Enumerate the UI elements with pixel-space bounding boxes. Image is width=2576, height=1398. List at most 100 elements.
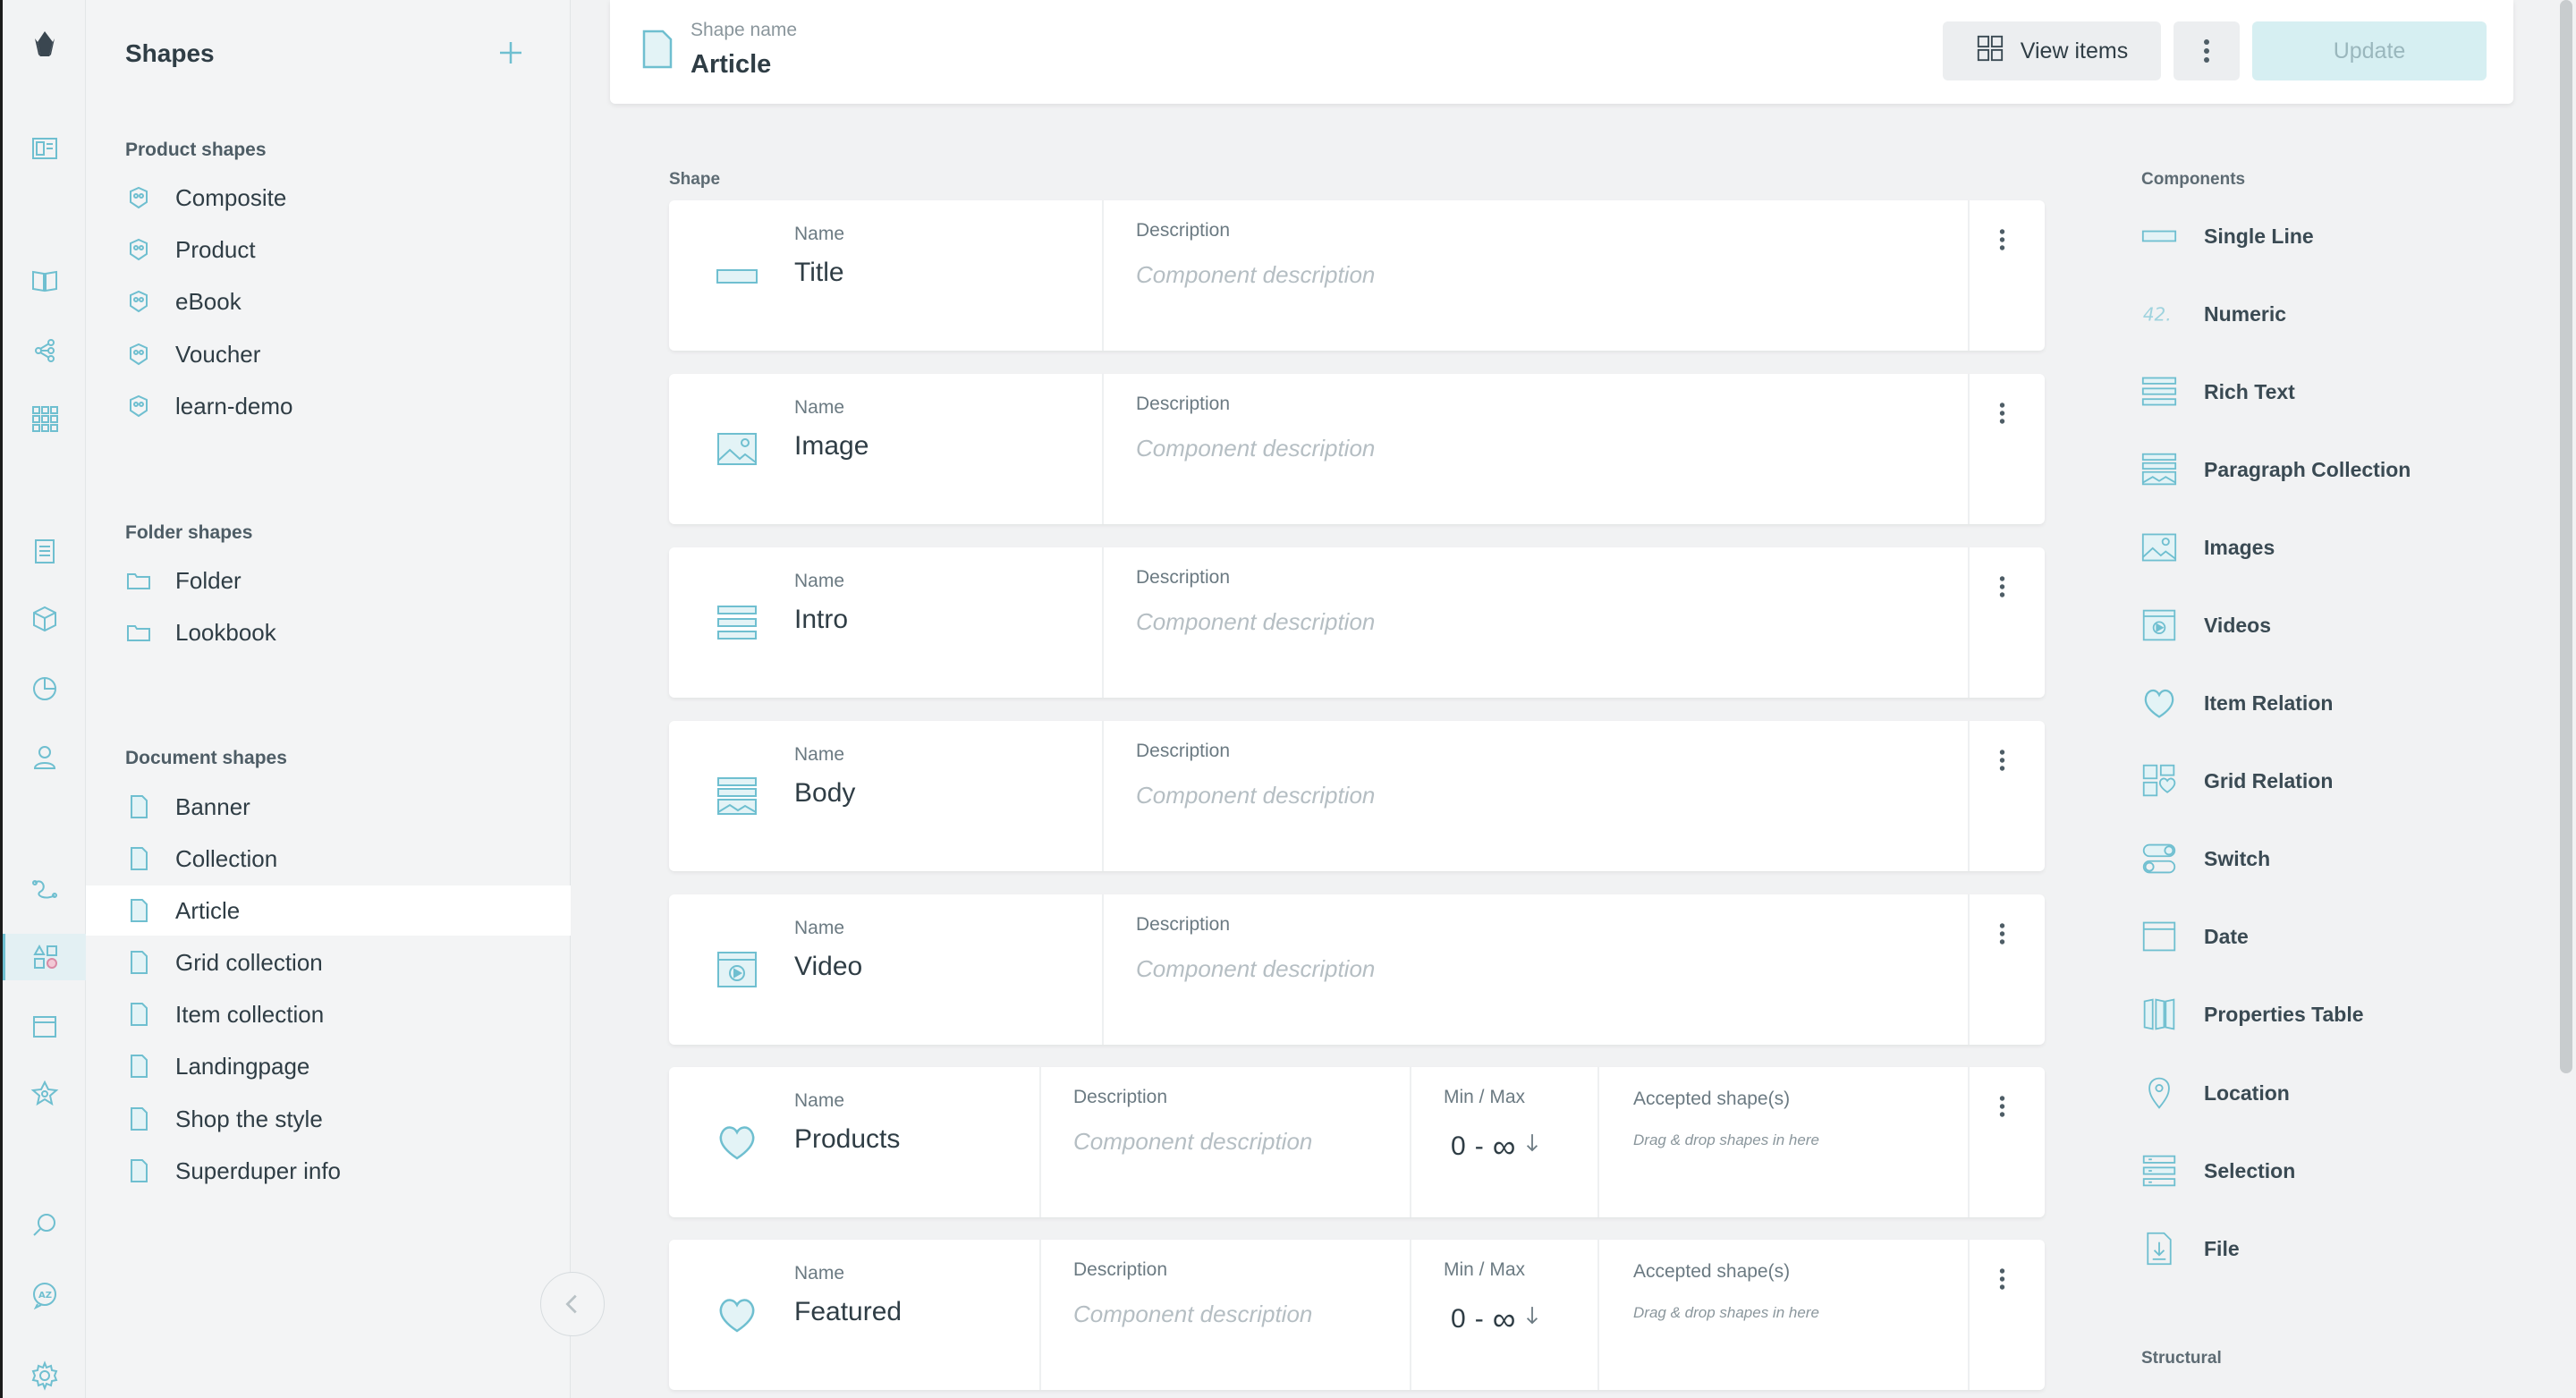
accepted-shapes-dropzone[interactable]: Drag & drop shapes in here [1633,1304,1819,1322]
component-name-input[interactable]: Featured [794,1297,902,1327]
component-selection[interactable]: Selection [2140,1148,2497,1193]
component-description-input[interactable]: Component description [1073,1301,1312,1328]
settings-icon[interactable] [21,1352,68,1398]
analytics-icon[interactable] [21,665,68,712]
shape-item-label: Landingpage [175,1052,310,1080]
shape-item-grid-collection[interactable]: Grid collection [86,937,571,987]
component-name-input[interactable]: Image [794,431,869,462]
orders-icon[interactable] [21,528,68,574]
shape-item-label: Collection [175,844,278,872]
search-icon[interactable] [21,1202,68,1249]
component-file[interactable]: File [2140,1226,2497,1271]
shape-item-item-collection[interactable]: Item collection [86,989,571,1039]
component-card-featured[interactable]: Name Featured Description Component desc… [669,1240,2045,1390]
name-label: Name [794,224,845,244]
component-label: File [2204,1236,2240,1260]
product-shape-icon [125,236,152,263]
more-options-button[interactable] [2174,21,2240,80]
shape-item-ebook[interactable]: eBook [86,276,571,326]
shape-name-value[interactable]: Article [691,50,771,80]
component-label: Images [2204,535,2275,559]
min-max-input[interactable]: 0 - ∞ [1451,1301,1540,1338]
component-properties-table[interactable]: Properties Table [2140,992,2497,1037]
component-card-title[interactable]: Name Title Description Component descrip… [669,200,2045,351]
component-description-input[interactable]: Component description [1136,608,1375,636]
component-description-input[interactable]: Component description [1136,782,1375,809]
component-menu-button[interactable] [1984,222,2020,258]
shape-item-banner[interactable]: Banner [86,782,571,832]
shape-item-product[interactable]: Product [86,225,571,275]
component-card-intro[interactable]: Name Intro Description Component descrip… [669,547,2045,698]
shape-item-collection[interactable]: Collection [86,834,571,884]
component-menu-button[interactable] [1984,569,2020,605]
shapes-icon[interactable] [3,934,86,980]
component-item-relation[interactable]: Item Relation [2140,681,2497,725]
accepted-shapes-dropzone[interactable]: Drag & drop shapes in here [1633,1131,1819,1149]
catalogue-icon[interactable] [21,258,68,304]
shape-item-composite[interactable]: Composite [86,173,571,223]
component-card-video[interactable]: Name Video Description Component descrip… [669,894,2045,1045]
shape-item-article[interactable]: Article [86,885,571,936]
shape-item-lookbook[interactable]: Lookbook [86,607,571,657]
translations-icon[interactable]: AZ [21,1272,68,1318]
component-menu-button[interactable] [1984,1089,2020,1124]
logo-icon[interactable] [21,21,68,68]
component-switch[interactable]: Switch [2140,836,2497,881]
divider [1968,1067,1970,1217]
item-relation-icon [716,1121,758,1164]
component-grid-relation[interactable]: Grid Relation [2140,758,2497,803]
min-max-input[interactable]: 0 - ∞ [1451,1128,1540,1165]
shape-item-landingpage[interactable]: Landingpage [86,1041,571,1091]
grids-icon[interactable] [21,395,68,442]
component-description-input[interactable]: Component description [1136,435,1375,462]
component-location[interactable]: Location [2140,1071,2497,1115]
shape-item-folder[interactable]: Folder [86,555,571,606]
price-variants-icon[interactable] [21,1072,68,1118]
component-name-input[interactable]: Intro [794,605,848,635]
component-card-body[interactable]: Name Body Description Component descript… [669,721,2045,871]
component-description-input[interactable]: Component description [1136,955,1375,983]
component-name-input[interactable]: Body [794,778,855,809]
component-paragraph-collection[interactable]: Paragraph Collection [2140,447,2497,492]
shape-item-shop-the-style[interactable]: Shop the style [86,1094,571,1144]
max-value[interactable]: ∞ [1493,1301,1516,1338]
arrow-down-icon[interactable] [1524,1304,1540,1334]
component-videos[interactable]: Videos [2140,603,2497,648]
arrow-down-icon[interactable] [1524,1131,1540,1162]
component-description-input[interactable]: Component description [1136,261,1375,289]
component-card-image[interactable]: Name Image Description Component descrip… [669,374,2045,524]
component-name-input[interactable]: Video [794,952,862,982]
subscriptions-icon[interactable] [21,596,68,642]
component-numeric[interactable]: 42. Numeric [2140,292,2497,336]
component-rich-text[interactable]: Rich Text [2140,369,2497,414]
component-name-input[interactable]: Products [794,1124,900,1155]
shape-item-voucher[interactable]: Voucher [86,329,571,379]
component-menu-button[interactable] [1984,916,2020,952]
view-items-button[interactable]: View items [1943,21,2161,80]
shape-header: Shape name Article View items Update [610,0,2513,104]
pieces-icon[interactable] [21,1004,68,1050]
min-value[interactable]: 0 [1451,1304,1466,1334]
component-card-products[interactable]: Name Products Description Component desc… [669,1067,2045,1217]
topics-icon[interactable] [21,327,68,374]
component-images[interactable]: Images [2140,525,2497,570]
max-value[interactable]: ∞ [1493,1128,1516,1165]
component-description-input[interactable]: Component description [1073,1128,1312,1156]
shape-item-label: Voucher [175,340,261,368]
shape-item-learn-demo[interactable]: learn-demo [86,381,571,431]
add-shape-button[interactable] [497,39,524,66]
shape-item-superduper-info[interactable]: Superduper info [86,1146,571,1196]
dashboard-icon[interactable] [21,125,68,172]
component-menu-button[interactable] [1984,395,2020,431]
page-scrollbar[interactable] [2560,0,2572,1073]
component-name-input[interactable]: Title [794,258,844,288]
component-menu-button[interactable] [1984,1261,2020,1297]
pipelines-icon[interactable] [21,866,68,912]
component-menu-button[interactable] [1984,742,2020,778]
update-button[interactable]: Update [2252,21,2487,80]
collapse-panel-button[interactable] [540,1272,605,1336]
min-value[interactable]: 0 [1451,1131,1466,1162]
customers-icon[interactable] [21,733,68,780]
component-single-line[interactable]: Single Line [2140,214,2497,258]
component-date[interactable]: Date [2140,914,2497,959]
